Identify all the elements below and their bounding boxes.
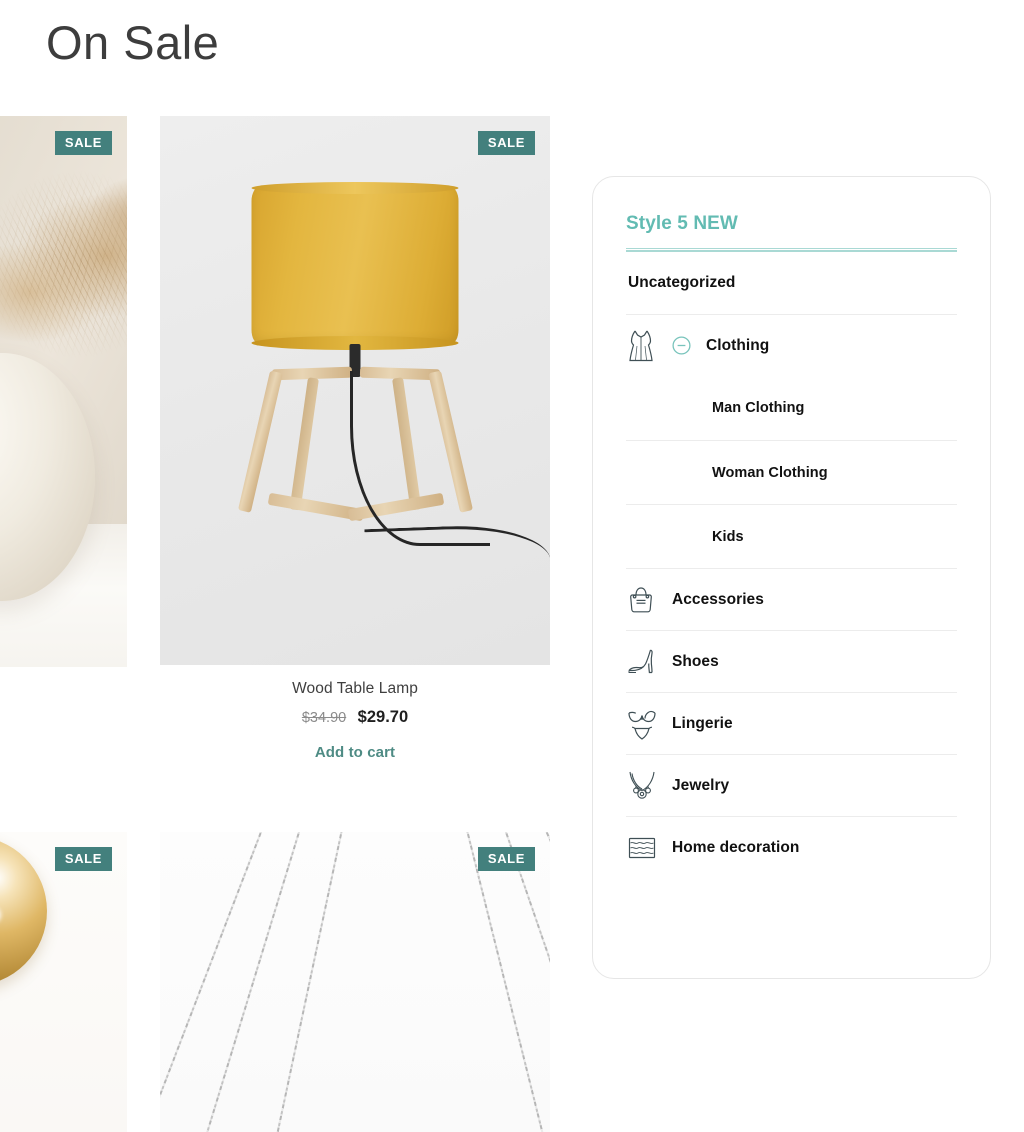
- lamp-leg-inner-left: [289, 377, 319, 511]
- handbag-icon: [626, 584, 672, 616]
- product-card[interactable]: SALE: [160, 832, 550, 1132]
- product-image-vase[interactable]: SALE: [0, 116, 127, 667]
- category-label: Accessories: [672, 590, 764, 608]
- rug-icon: [626, 835, 672, 861]
- category-item-clothing[interactable]: Clothing: [626, 314, 957, 376]
- category-item-accessories[interactable]: Accessories: [626, 568, 957, 630]
- price-row: $34.90 $29.70: [160, 706, 550, 729]
- dress-icon: [626, 329, 672, 363]
- category-label: Shoes: [672, 652, 719, 670]
- add-to-cart-button[interactable]: Add to cart: [315, 744, 395, 761]
- lamp-shade: [251, 182, 459, 350]
- category-item-home-decoration[interactable]: Home decoration: [626, 816, 957, 878]
- product-card[interactable]: SALE: [160, 116, 550, 667]
- chain-strand: [460, 832, 550, 1132]
- sale-price: $29.70: [357, 708, 409, 726]
- product-card[interactable]: SALE: [0, 832, 127, 1132]
- lamp-cord-tail: [364, 522, 550, 568]
- sale-badge: SALE: [477, 131, 535, 155]
- category-item-uncategorized[interactable]: Uncategorized: [626, 252, 957, 314]
- widget-title: Style 5 NEW: [626, 213, 738, 234]
- product-image-gold-sphere[interactable]: SALE: [0, 832, 127, 1132]
- product-image-necklaces[interactable]: SALE: [160, 832, 550, 1132]
- sale-badge: SALE: [477, 847, 535, 871]
- product-image-lamp[interactable]: SALE: [160, 116, 550, 665]
- category-list: Uncategorized Clothing Man Clothing Woma…: [626, 252, 957, 878]
- chain-strand: [534, 832, 550, 1132]
- pampas-grass: [0, 149, 127, 381]
- subcategory-list: Man Clothing Woman Clothing Kids: [626, 376, 957, 568]
- necklace-icon: [626, 769, 672, 803]
- original-price: $34.90: [301, 710, 347, 726]
- product-grid: SALE SALE SALE SALE: [0, 116, 560, 1132]
- subcategory-label: Kids: [712, 528, 744, 545]
- minus-circle-icon[interactable]: [672, 336, 706, 355]
- lamp-photo: [160, 116, 550, 665]
- chain-strand: [189, 832, 308, 1132]
- subcategory-item-woman-clothing[interactable]: Woman Clothing: [626, 440, 957, 504]
- sale-badge: SALE: [54, 847, 112, 871]
- chain-strand: [160, 832, 272, 1132]
- lingerie-icon: [626, 707, 672, 741]
- sale-badge: SALE: [54, 131, 112, 155]
- category-item-shoes[interactable]: Shoes: [626, 630, 957, 692]
- vase-photo: [0, 116, 127, 667]
- subcategory-item-man-clothing[interactable]: Man Clothing: [626, 376, 957, 440]
- gold-photo: [0, 832, 127, 1132]
- chains-photo: [160, 832, 550, 1132]
- category-label: Lingerie: [672, 714, 733, 732]
- category-label: Jewelry: [672, 776, 730, 794]
- category-label: Uncategorized: [628, 274, 736, 291]
- product-title: Wood Table Lamp: [292, 680, 418, 697]
- subcategory-item-kids[interactable]: Kids: [626, 504, 957, 568]
- high-heel-icon: [626, 647, 672, 677]
- subcategory-label: Man Clothing: [712, 400, 805, 416]
- category-label: Clothing: [706, 336, 770, 354]
- gold-sphere: [0, 836, 47, 986]
- category-item-lingerie[interactable]: Lingerie: [626, 692, 957, 754]
- lamp-cord: [350, 371, 490, 546]
- category-widget: Style 5 NEW Uncategorized Clothing Man C…: [592, 176, 991, 979]
- category-item-jewelry[interactable]: Jewelry: [626, 754, 957, 816]
- product-card[interactable]: SALE: [0, 116, 127, 667]
- page-title: On Sale: [46, 16, 220, 69]
- lamp-leg-outer-left: [237, 370, 283, 513]
- chain-strand: [262, 832, 348, 1132]
- category-label: Home decoration: [672, 838, 800, 856]
- product-details: Wood Table Lamp $34.90 $29.70 Add to car…: [160, 678, 550, 762]
- subcategory-label: Woman Clothing: [712, 464, 828, 481]
